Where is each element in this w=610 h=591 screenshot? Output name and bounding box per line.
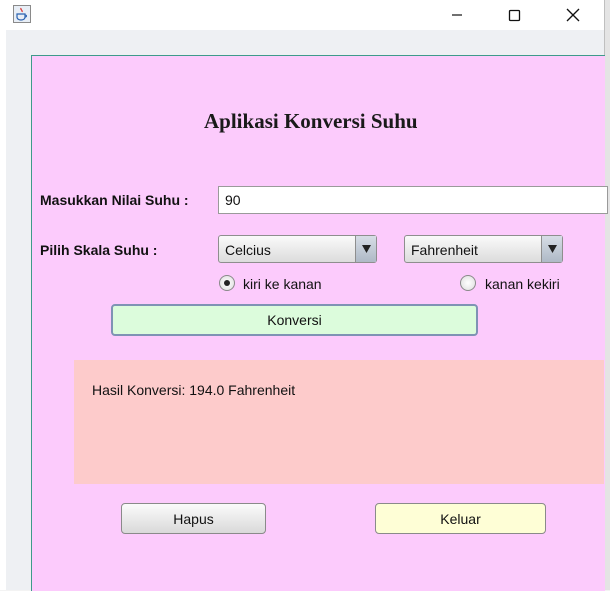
- app-window: Aplikasi Konversi Suhu Masukkan Nilai Su…: [0, 0, 608, 591]
- temperature-value-label: Masukkan Nilai Suhu :: [40, 192, 189, 208]
- close-button[interactable]: [550, 0, 596, 30]
- page-title: Aplikasi Konversi Suhu: [204, 109, 418, 133]
- exit-button[interactable]: Keluar: [375, 503, 546, 534]
- title-bar[interactable]: [0, 0, 604, 30]
- triangle-down-icon: [547, 245, 557, 253]
- java-cup-icon[interactable]: [13, 5, 31, 23]
- radio-selected-dot: [224, 280, 230, 286]
- maximize-icon: [508, 9, 520, 21]
- right-to-left-label[interactable]: kanan kekiri: [485, 276, 560, 292]
- temperature-value-input[interactable]: 90: [218, 186, 608, 214]
- minimize-icon: [452, 14, 462, 16]
- minimize-button[interactable]: [434, 0, 480, 30]
- to-scale-selected: Fahrenheit: [411, 242, 478, 258]
- left-to-right-label[interactable]: kiri ke kanan: [243, 276, 322, 292]
- maximize-button[interactable]: [491, 0, 537, 30]
- temperature-scale-label: Pilih Skala Suhu :: [40, 242, 158, 258]
- convert-button[interactable]: Konversi: [111, 304, 478, 336]
- close-icon: [566, 8, 580, 22]
- result-panel: [74, 360, 604, 484]
- result-text: Hasil Konversi: 194.0 Fahrenheit: [92, 382, 296, 398]
- dropdown-arrow[interactable]: [541, 236, 562, 262]
- clear-button[interactable]: Hapus: [121, 503, 266, 534]
- right-to-left-radio[interactable]: [460, 275, 476, 291]
- from-scale-dropdown[interactable]: Celcius: [218, 235, 377, 263]
- dropdown-arrow[interactable]: [355, 236, 376, 262]
- triangle-down-icon: [361, 245, 371, 253]
- from-scale-selected: Celcius: [225, 242, 271, 258]
- left-to-right-radio[interactable]: [219, 275, 235, 291]
- to-scale-dropdown[interactable]: Fahrenheit: [404, 235, 563, 263]
